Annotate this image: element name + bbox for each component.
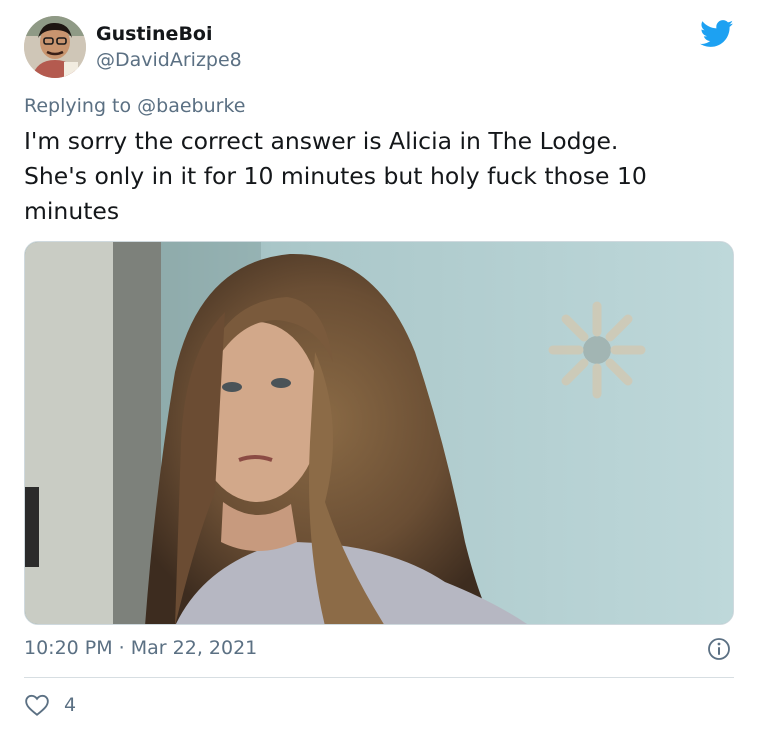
heart-outline-icon[interactable]: [24, 692, 50, 718]
twitter-bird-icon[interactable]: [700, 20, 734, 48]
divider: [24, 677, 734, 678]
tweet-text-line: minutes: [24, 197, 120, 225]
avatar-image: [24, 16, 86, 78]
tweet-text-line: I'm sorry the correct answer is Alicia i…: [24, 127, 619, 155]
avatar[interactable]: [24, 16, 86, 78]
media-photo: [25, 242, 733, 624]
tweet-media-image[interactable]: [24, 241, 734, 625]
display-name[interactable]: GustineBoi: [96, 22, 213, 46]
replying-to: Replying to @baeburke: [24, 93, 245, 119]
tweet-timestamp[interactable]: 10:20 PM · Mar 22, 2021: [24, 635, 257, 661]
user-handle[interactable]: @DavidArizpe8: [96, 48, 242, 72]
tweet-text: I'm sorry the correct answer is Alicia i…: [24, 124, 724, 229]
like-count: 4: [64, 694, 77, 716]
replying-to-prefix: Replying to: [24, 95, 138, 117]
tweet-text-line: She's only in it for 10 minutes but holy…: [24, 162, 647, 190]
replying-to-user-link[interactable]: @baeburke: [137, 95, 245, 117]
info-icon[interactable]: [707, 637, 731, 661]
tweet-card: GustineBoi @DavidArizpe8 Replying to @ba…: [0, 0, 758, 735]
